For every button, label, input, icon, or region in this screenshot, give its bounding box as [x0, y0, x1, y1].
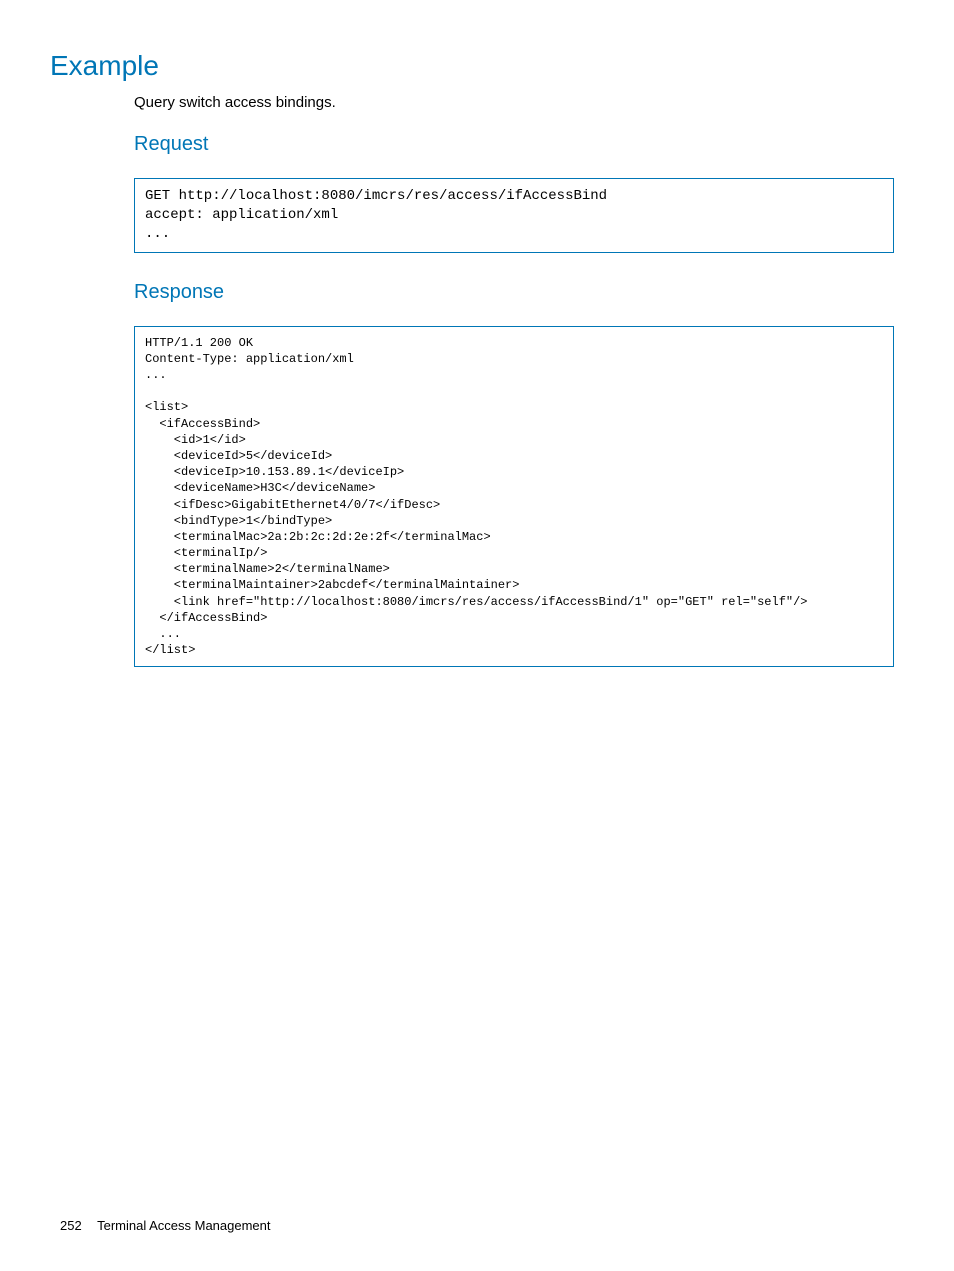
heading-example: Example — [50, 50, 894, 82]
heading-request: Request — [134, 133, 894, 156]
footer-section-title: Terminal Access Management — [97, 1218, 270, 1233]
request-code-block: GET http://localhost:8080/imcrs/res/acce… — [134, 178, 894, 253]
response-code-block: HTTP/1.1 200 OK Content-Type: applicatio… — [134, 326, 894, 668]
page-footer: 252 Terminal Access Management — [60, 1218, 271, 1233]
heading-response: Response — [134, 281, 894, 304]
page-number: 252 — [60, 1218, 82, 1233]
intro-paragraph: Query switch access bindings. — [134, 94, 894, 111]
